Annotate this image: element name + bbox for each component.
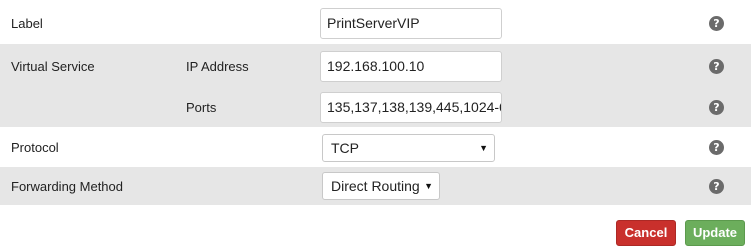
ports-label: Ports [186, 100, 217, 115]
protocol-label: Protocol [11, 140, 59, 155]
forwarding-method-selected-value: Direct Routing [331, 178, 420, 194]
question-circle-icon[interactable]: ? [709, 179, 724, 194]
ip-address-label: IP Address [186, 59, 249, 74]
question-circle-icon[interactable]: ? [709, 59, 724, 74]
label-row: Label PrintServerVIP ? [0, 0, 751, 44]
ip-address-input[interactable]: 192.168.100.10 [320, 51, 502, 82]
forwarding-method-select[interactable]: Direct Routing ▼ [322, 172, 440, 200]
forwarding-method-row: Forwarding Method Direct Routing ▼ ? [0, 167, 751, 205]
caret-down-icon: ▼ [479, 143, 488, 153]
protocol-selected-value: TCP [331, 140, 359, 156]
question-circle-icon[interactable]: ? [709, 140, 724, 155]
protocol-select[interactable]: TCP ▼ [322, 134, 495, 162]
question-circle-icon[interactable]: ? [709, 16, 724, 31]
label-field-label: Label [11, 16, 43, 31]
caret-down-icon: ▼ [424, 181, 433, 191]
virtual-service-row: Virtual Service IP Address 192.168.100.1… [0, 44, 751, 127]
label-input[interactable]: PrintServerVIP [320, 8, 502, 39]
virtual-service-label: Virtual Service [11, 59, 95, 74]
protocol-row: Protocol TCP ▼ ? [0, 127, 751, 167]
ports-input[interactable]: 135,137,138,139,445,1024-6 [320, 92, 502, 123]
forwarding-method-label: Forwarding Method [11, 179, 123, 194]
update-button[interactable]: Update [685, 220, 745, 246]
question-circle-icon[interactable]: ? [709, 100, 724, 115]
cancel-button[interactable]: Cancel [616, 220, 676, 246]
